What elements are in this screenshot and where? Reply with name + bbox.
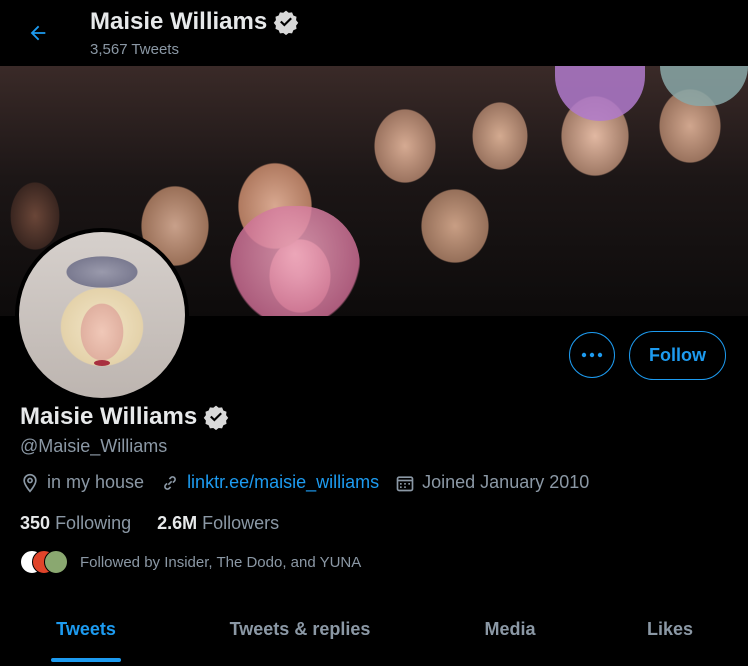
calendar-icon [396, 475, 414, 491]
verified-badge-icon [273, 10, 299, 35]
followed-by-avatars [20, 550, 80, 574]
profile-tabs: Tweets Tweets & replies Media Likes [0, 604, 748, 666]
followed-by-text: Followed by Insider, The Dodo, and YUNA [80, 553, 362, 571]
tab-tweets-and-replies[interactable]: Tweets & replies [186, 604, 414, 654]
website-link[interactable]: linktr.ee/maisie_williams [187, 472, 379, 493]
location-item: in my house [20, 472, 144, 493]
website-item: linktr.ee/maisie_williams [160, 472, 379, 493]
profile-name: Maisie Williams [20, 403, 229, 431]
link-icon [164, 475, 176, 490]
follow-counts: 350 Following 2.6M Followers [20, 513, 305, 534]
avatar-detail [94, 360, 110, 366]
profile-meta: in my house linktr.ee/maisie_williams Jo… [20, 472, 605, 493]
verified-badge-icon [203, 405, 229, 430]
followers-number: 2.6M [157, 513, 198, 533]
following-label: Following [55, 513, 132, 533]
follow-button[interactable]: Follow [629, 331, 726, 380]
tab-tweets[interactable]: Tweets [0, 604, 172, 654]
joined-text: Joined January 2010 [422, 472, 590, 492]
profile-name-text: Maisie Williams [20, 403, 198, 430]
avatar-photo [19, 232, 185, 398]
followers-count-link[interactable]: 2.6M Followers [157, 513, 279, 534]
top-header: Maisie Williams 3,567 Tweets [0, 0, 748, 66]
arrow-left-icon [30, 25, 46, 41]
location-pin-icon [23, 473, 37, 493]
active-tab-indicator [51, 658, 121, 662]
profile-avatar[interactable] [15, 228, 189, 402]
header-title: Maisie Williams [90, 8, 299, 36]
following-count-link[interactable]: 350 Following [20, 513, 131, 534]
tab-likes[interactable]: Likes [594, 604, 746, 654]
banner-detail [660, 66, 748, 106]
followers-label: Followers [202, 513, 280, 533]
joined-item: Joined January 2010 [395, 472, 589, 493]
profile-handle: @Maisie_Williams [20, 436, 168, 456]
banner-detail [555, 66, 645, 121]
avatar [44, 550, 68, 574]
banner-detail [230, 206, 360, 316]
tab-media[interactable]: Media [430, 604, 590, 654]
more-icon [581, 352, 603, 358]
following-number: 350 [20, 513, 51, 533]
back-button[interactable] [18, 13, 58, 53]
header-tweet-count: 3,567 Tweets [90, 41, 179, 58]
followed-by[interactable]: Followed by Insider, The Dodo, and YUNA [20, 550, 361, 574]
header-name-text: Maisie Williams [90, 8, 268, 35]
location-text: in my house [47, 472, 145, 492]
more-options-button[interactable] [569, 332, 615, 378]
